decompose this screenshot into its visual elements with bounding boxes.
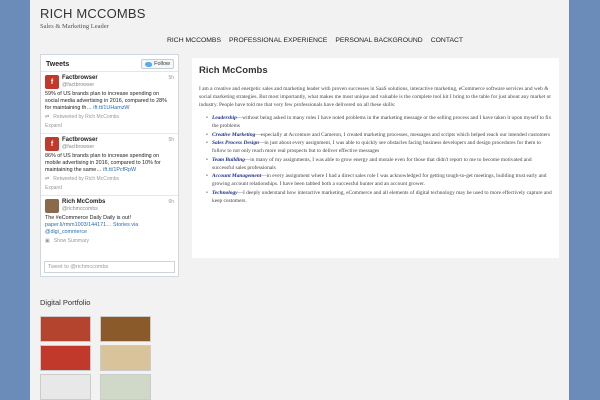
portfolio-thumb[interactable] [40, 345, 91, 371]
portfolio-thumb[interactable] [100, 345, 151, 371]
avatar[interactable] [45, 199, 59, 213]
twitter-header: Tweets Follow [41, 55, 178, 72]
tweet-actions: Expand [45, 123, 174, 130]
show-summary-link[interactable]: Show Summary [54, 238, 89, 245]
skill-item: Leadership—without being asked in many r… [206, 114, 552, 130]
skill-label: Team Building [212, 156, 245, 163]
tweet-actions: ▣ Show Summary [45, 238, 174, 245]
image-icon: ▣ [45, 238, 50, 244]
tweet-link[interactable]: ift.tt/1PcfRpW [103, 167, 136, 173]
tweet-text: The #eCommerce Daily Daily is out! paper… [45, 215, 174, 236]
nav-personal-background[interactable]: PERSONAL BACKGROUND [335, 37, 422, 44]
tweet-time: 6h [168, 199, 174, 205]
tweet-link[interactable]: paper.li/rmm1003/144171… Stories via @di… [45, 222, 138, 235]
skill-item: Team Building—in many of my assignments,… [206, 156, 552, 172]
skill-label: Creative Marketing [212, 131, 256, 138]
portfolio-thumb[interactable] [40, 374, 91, 400]
skill-item: Creative Marketing—especially at Accentu… [206, 131, 552, 139]
tweet-author[interactable]: Factbrowser [62, 75, 98, 82]
tweet-meta: ⇄ Retweeted by Rich McCombs [45, 176, 174, 183]
tweet-body: The #eCommerce Daily Daily is out! [45, 215, 131, 221]
portfolio-grid [40, 316, 179, 400]
tweet-author[interactable]: Rich McCombs [62, 199, 105, 206]
tweet-time: 5h [168, 75, 174, 81]
portfolio-title: Digital Portfolio [40, 298, 91, 307]
intro-paragraph: I am a creative and energetic sales and … [199, 86, 552, 108]
skill-label: Technology [212, 189, 238, 196]
tweet-handle[interactable]: @richmccombs [62, 206, 105, 213]
retweet-icon: ⇄ [45, 114, 50, 120]
retweet-icon: ⇄ [45, 176, 50, 182]
portfolio-thumb[interactable] [40, 316, 91, 342]
site-title[interactable]: RICH MCCOMBS [40, 6, 559, 21]
retweet-attribution[interactable]: Retweeted by Rich McCombs [53, 176, 119, 183]
retweet-attribution[interactable]: Retweeted by Rich McCombs [53, 114, 119, 121]
skill-item: Account Management—in every assignment w… [206, 172, 552, 188]
tweet-item[interactable]: 5h f Factbrowser @factbrowser 86% of US … [41, 134, 178, 196]
skill-text: —especially at Accenture and Cameron, I … [255, 131, 551, 138]
tweet-reply-input[interactable]: Tweet to @richmccombs [44, 261, 175, 273]
tweet-text: 86% of US brands plan to increase spendi… [45, 153, 174, 174]
skill-text: —in many of my assignments, I was able t… [212, 156, 532, 171]
tweet-text: 59% of US brands plan to increase spendi… [45, 91, 174, 112]
tweet-actions: Expand [45, 185, 174, 192]
twitter-widget: Tweets Follow 5h f Factbrowser @factbrow… [40, 54, 179, 277]
skill-text: —in just about every assignment, I was a… [212, 140, 541, 155]
tweet-author[interactable]: Factbrowser [62, 137, 98, 144]
skill-item: Technology—I deeply understand how inter… [206, 189, 552, 205]
avatar[interactable]: f [45, 137, 59, 151]
tweet-time: 5h [168, 137, 174, 143]
follow-button[interactable]: Follow [141, 59, 174, 69]
skill-label: Leadership [212, 115, 237, 121]
tweet-handle[interactable]: @factbrowser [62, 82, 98, 89]
twitter-title: Tweets [46, 60, 70, 68]
tweet-meta: ⇄ Retweeted by Rich McCombs [45, 114, 174, 121]
skill-label: Account Management [212, 173, 262, 180]
tweet-link[interactable]: ift.tt/1UHamzW [93, 105, 129, 111]
tweet-item[interactable]: 5h f Factbrowser @factbrowser 59% of US … [41, 72, 178, 134]
skill-text: —in every assignment where I had a direc… [212, 173, 547, 188]
portfolio-thumb[interactable] [100, 374, 151, 400]
skills-list: Leadership—without being asked in many r… [199, 114, 552, 205]
main-nav: RICH MCCOMBS PROFESSIONAL EXPERIENCE PER… [167, 37, 463, 44]
nav-professional-experience[interactable]: PROFESSIONAL EXPERIENCE [229, 37, 327, 44]
skill-label: Sales Process Design [212, 140, 260, 147]
site-header: RICH MCCOMBS Sales & Marketing Leader [30, 0, 569, 55]
expand-link[interactable]: Expand [45, 185, 62, 192]
follow-label: Follow [154, 61, 170, 67]
skill-text: —without being asked in many roles I hav… [212, 115, 552, 129]
site-tagline: Sales & Marketing Leader [40, 23, 109, 30]
skill-text: —I deeply understand how interactive mar… [212, 189, 552, 204]
expand-link[interactable]: Expand [45, 123, 62, 130]
main-content: Rich McCombs I am a creative and energet… [192, 58, 559, 258]
skill-item: Sales Process Design—in just about every… [206, 139, 552, 155]
avatar[interactable]: f [45, 75, 59, 89]
nav-contact[interactable]: CONTACT [431, 37, 463, 44]
tweet-handle[interactable]: @factbrowser [62, 144, 98, 151]
page: RICH MCCOMBS Sales & Marketing Leader RI… [30, 0, 569, 400]
page-title: Rich McCombs [199, 65, 268, 76]
twitter-bird-icon [145, 61, 153, 67]
portfolio-thumb[interactable] [100, 316, 151, 342]
nav-rich-mccombs[interactable]: RICH MCCOMBS [167, 37, 221, 44]
sidebar: Tweets Follow 5h f Factbrowser @factbrow… [40, 54, 179, 400]
tweet-item[interactable]: 6h Rich McCombs @richmccombs The #eComme… [41, 196, 178, 248]
